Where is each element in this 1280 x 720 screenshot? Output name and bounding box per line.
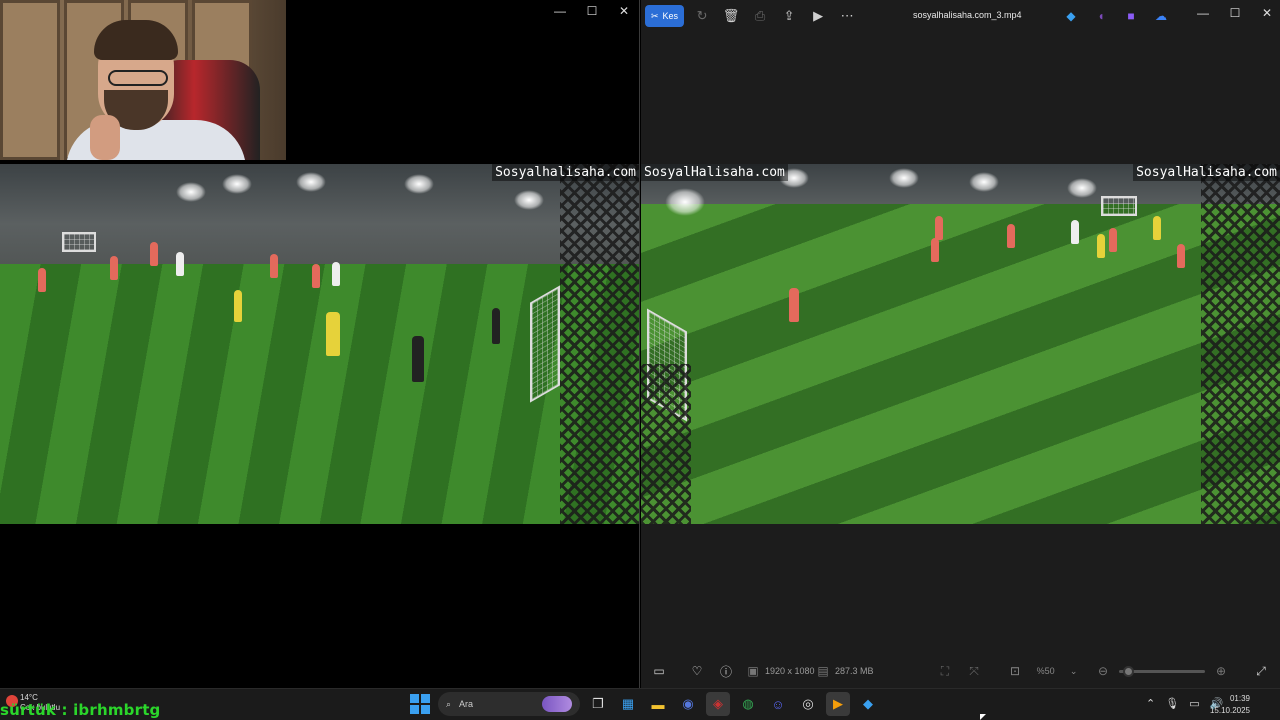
football-video-right: SosyalHalisaha.com SosyalHalisaha.com bbox=[641, 164, 1280, 524]
video-icon[interactable]: ▶ bbox=[807, 5, 829, 27]
more-icon[interactable]: ⋯ bbox=[836, 5, 858, 27]
left-window-controls: — ☐ ✕ bbox=[553, 4, 631, 18]
clipchamp-icon[interactable]: ◖ bbox=[1091, 6, 1111, 26]
webcam-feed bbox=[0, 0, 286, 160]
chevron-down-icon: ⌄ bbox=[1069, 665, 1078, 676]
edit-app-icon[interactable]: ◆ bbox=[1061, 6, 1081, 26]
filesize-icon: ▤ bbox=[817, 664, 829, 678]
zoom-out-icon[interactable]: ⊖ bbox=[1093, 661, 1113, 681]
trim-label: Kes bbox=[662, 11, 679, 21]
cloud-app-icon[interactable]: ☁ bbox=[1151, 6, 1171, 26]
search-highlight-icon bbox=[542, 696, 572, 712]
actual-size-icon[interactable]: ⤧ bbox=[964, 661, 984, 681]
maximize-button[interactable]: ☐ bbox=[1228, 6, 1242, 20]
media-player-icon[interactable]: ▶ bbox=[826, 692, 850, 716]
media-window-left: — ☐ ✕ Sosyalhalisaha.com bbox=[0, 0, 640, 688]
zoom-slider-thumb[interactable] bbox=[1122, 666, 1134, 677]
football-video-left: Sosyalhalisaha.com bbox=[0, 164, 639, 524]
info-icon[interactable]: ⓘ bbox=[716, 661, 736, 681]
taskbar: 14°C Çok bulutlu ⌕ Ara ❐ ▦ ▬ ◉ ◈ ◍ ☺ ◎ ▶… bbox=[0, 688, 1280, 720]
clock-time: 01:39 bbox=[1229, 694, 1250, 703]
zoom-value: %50 bbox=[1036, 666, 1055, 676]
photos-window-controls: — ☐ ✕ bbox=[1196, 6, 1274, 20]
calculator-icon[interactable]: ▦ bbox=[616, 692, 640, 716]
clock-date: 15.10.2025 bbox=[1209, 706, 1250, 715]
stream-overlay-text: sürtük : ibrhmbrtg bbox=[0, 701, 161, 719]
trim-icon: ✂ bbox=[651, 10, 659, 21]
search-placeholder: Ara bbox=[459, 699, 474, 709]
browser-app-icon[interactable]: ◉ bbox=[676, 692, 700, 716]
desktop: — ☐ ✕ Sosyalhalisaha.com ✂ Kes ↻ 🗑 ⎙ ⇪ ▶… bbox=[0, 0, 1280, 720]
chrome-icon[interactable]: ◍ bbox=[736, 692, 760, 716]
share-icon[interactable]: ⇪ bbox=[778, 5, 800, 27]
favorite-icon[interactable]: ♡ bbox=[687, 661, 707, 681]
microphone-icon[interactable]: 🎙 bbox=[1165, 697, 1179, 710]
delete-icon[interactable]: 🗑 bbox=[720, 5, 742, 27]
taskbar-center: ⌕ Ara ❐ ▦ ▬ ◉ ◈ ◍ ☺ ◎ ▶ ◆ bbox=[408, 692, 880, 716]
zoom-dropdown[interactable]: %50 ⌄ bbox=[1029, 662, 1085, 680]
photos-app-icon[interactable]: ◆ bbox=[856, 692, 880, 716]
file-explorer-icon[interactable]: ▬ bbox=[646, 692, 670, 716]
steam-icon[interactable]: ◈ bbox=[706, 692, 730, 716]
trim-button[interactable]: ✂ Kes bbox=[645, 5, 685, 27]
print-icon[interactable]: ⎙ bbox=[749, 5, 771, 27]
start-button[interactable] bbox=[408, 692, 432, 716]
search-icon: ⌕ bbox=[446, 698, 452, 709]
minimize-button[interactable]: — bbox=[553, 4, 567, 18]
clock[interactable]: 01:39 15.10.2025 bbox=[1210, 693, 1250, 717]
zoom-in-icon[interactable]: ⊕ bbox=[1211, 661, 1231, 681]
task-view-icon[interactable]: ❐ bbox=[586, 692, 610, 716]
photos-bottom-bar: ▭ ♡ ⓘ ▣ 1920 x 1080 ▤ 287.3 MB ⛶ ⤧ ⊡ %50… bbox=[641, 656, 1280, 686]
display-icon[interactable]: ▭ bbox=[1189, 697, 1199, 710]
purple-app-icon[interactable]: ■ bbox=[1121, 6, 1141, 26]
filesize-text: 287.3 MB bbox=[835, 666, 874, 676]
github-desktop-icon[interactable]: ◎ bbox=[796, 692, 820, 716]
fit-icon[interactable]: ⛶ bbox=[935, 661, 955, 681]
resolution-text: 1920 x 1080 bbox=[765, 666, 815, 676]
video-watermark: SosyalHalisaha.com bbox=[1133, 164, 1280, 181]
close-button[interactable]: ✕ bbox=[1260, 6, 1274, 20]
resolution-icon: ▣ bbox=[747, 664, 759, 678]
video-watermark: SosyalHalisaha.com bbox=[641, 164, 788, 181]
filmstrip-icon[interactable]: ▭ bbox=[649, 661, 669, 681]
close-button[interactable]: ✕ bbox=[617, 4, 631, 18]
minimize-button[interactable]: — bbox=[1196, 6, 1210, 20]
chevron-up-icon[interactable]: ⌃ bbox=[1146, 697, 1155, 710]
maximize-button[interactable]: ☐ bbox=[585, 4, 599, 18]
taskbar-search[interactable]: ⌕ Ara bbox=[438, 692, 580, 716]
fullscreen-icon[interactable]: ⤢ bbox=[1251, 661, 1271, 681]
file-title: sosyalhalisaha.com_3.mp4 bbox=[913, 10, 1022, 20]
app-integration-icons: ◆ ◖ ■ ☁ bbox=[1061, 6, 1171, 26]
zoom-slider[interactable] bbox=[1119, 666, 1205, 677]
screenshot-icon[interactable]: ⊡ bbox=[1005, 661, 1025, 681]
video-watermark: Sosyalhalisaha.com bbox=[492, 164, 639, 181]
rotate-icon[interactable]: ↻ bbox=[691, 5, 713, 27]
discord-icon[interactable]: ☺ bbox=[766, 692, 790, 716]
mouse-cursor bbox=[980, 714, 986, 720]
